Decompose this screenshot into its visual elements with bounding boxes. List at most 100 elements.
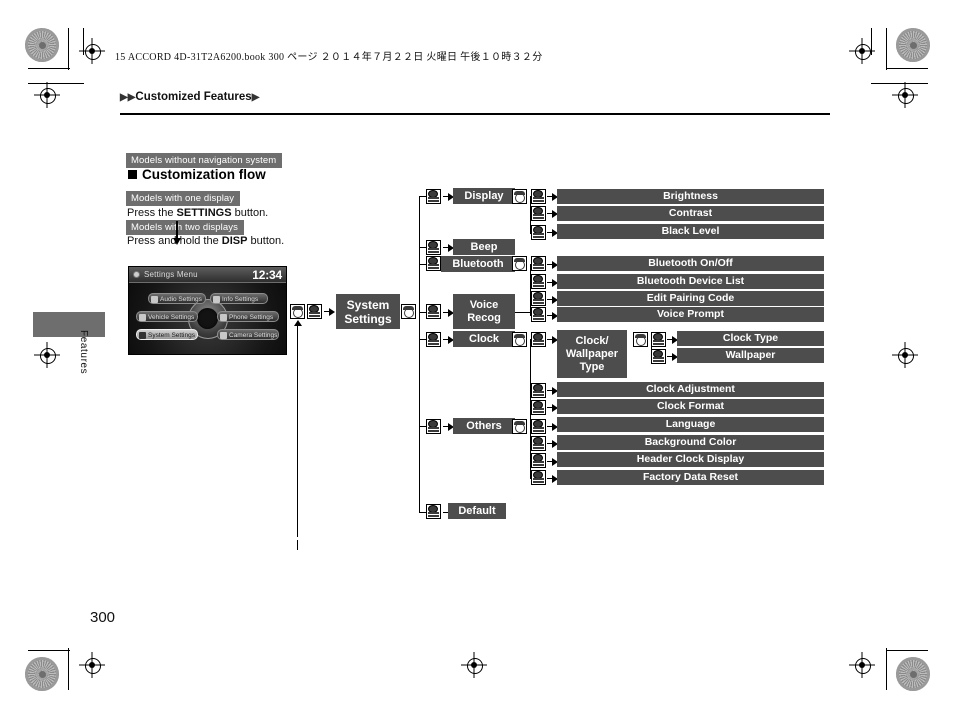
press-enter-icon-others [426,419,441,434]
flow-node-clock-wallpaper-line1: Clock/ [575,334,609,347]
trim-line-top-left-h2 [28,83,84,84]
press-enter-icon-default [426,504,441,519]
page-title: Customization flow [128,167,266,182]
flow-node-default: Default [448,503,506,519]
flow-leaf-bluetooth-onoff: Bluetooth On/Off [557,256,824,271]
flow-leaf-background-color: Background Color [557,435,824,450]
flow-leaf-factory-data-reset: Factory Data Reset [557,470,824,485]
book-source-line: 15 ACCORD 4D-31T2A6200.book 300 ページ ２０１４… [115,52,543,63]
press-enter-icon-voice-prompt [531,307,546,322]
flow-node-system-settings: System Settings [336,294,400,329]
flow-voice-recog-connector [515,312,531,314]
press-enter-icon-display [426,189,441,204]
device-title: Settings Menu [144,269,198,279]
flow-node-clock-wallpaper-line2: Wallpaper [565,347,619,360]
device-menu-item-system-settings[interactable]: System Settings [136,329,198,340]
flow-entry-arrow-up-icon [293,320,302,326]
color-registration-patch-bottom-right [896,657,930,691]
settings-menu-screenshot: Settings Menu 12:34 Audio Settings Info … [128,266,287,355]
instruction-two-bold: DISP [221,235,248,247]
flow-leaf-voice-prompt-label: Voice Prompt [657,308,724,320]
press-enter-icon-clock-adjustment [531,383,546,398]
rotate-dial-icon-others [512,419,527,434]
press-enter-icon-wallpaper [651,349,666,364]
flow-leaf-clock-type-label: Clock Type [722,332,779,344]
trim-line-top-left-v [68,28,69,70]
flow-leaf-voice-prompt: Voice Prompt [557,307,824,322]
rotate-dial-icon [290,304,305,319]
flow-leaf-edit-pairing-code-label: Edit Pairing Code [646,292,735,304]
color-registration-patch-top-right [896,28,930,62]
flow-node-clock: Clock [453,331,515,347]
color-registration-patch-bottom-left [25,657,59,691]
flow-node-others-label: Others [466,419,502,432]
flow-level1-spine [419,196,421,513]
device-menu-item-info-settings[interactable]: Info Settings [210,293,268,304]
press-enter-icon-beep [426,240,441,255]
device-menu-item-vehicle-settings[interactable]: Vehicle Settings [136,311,198,322]
instruction-one-bold: SETTINGS [176,207,232,219]
flow-node-bluetooth: Bluetooth [441,256,515,272]
bullet-square-icon [128,170,137,179]
flow-leaf-bluetooth-onoff-label: Bluetooth On/Off [648,257,733,269]
camera-settings-icon [220,331,227,339]
page-number: 300 [90,609,116,626]
flow-node-others: Others [453,418,515,434]
trim-line-top-left-v2 [83,28,84,55]
flow-arrow-to-system-settings [324,306,335,317]
device-menu-label: Info Settings [222,296,259,303]
crop-regmark-right-lower [888,338,922,372]
tag-models-one-display: Models with one display [126,191,241,206]
phone-settings-icon [220,313,227,321]
flow-node-beep-label: Beep [470,240,498,253]
info-settings-icon [213,295,220,303]
press-enter-icon-clock [426,332,441,347]
flow-node-beep: Beep [453,239,515,255]
press-enter-icon-edit-pairing-code [531,291,546,306]
instruction-one-post: button. [231,207,269,219]
instruction-one-display: Press the SETTINGS button. [127,207,268,219]
press-enter-icon-contrast [531,206,546,221]
press-enter-icon-bluetooth-device-list [531,274,546,289]
side-chapter-tab [33,312,105,337]
device-menu-item-camera-settings[interactable]: Camera Settings [217,329,279,340]
flow-leaf-clock-format-label: Clock Format [656,400,725,412]
page-title-label: Customization flow [142,167,266,182]
flow-node-bluetooth-label: Bluetooth [452,257,504,270]
trim-line-top-left-h [28,68,70,69]
press-enter-icon-bluetooth-onoff [531,256,546,271]
flow-leaf-bluetooth-device-list: Bluetooth Device List [557,274,824,289]
device-menu-item-phone-settings[interactable]: Phone Settings [217,311,279,322]
flow-leaf-header-clock-display-label: Header Clock Display [636,453,745,465]
flow-leaf-header-clock-display: Header Clock Display [557,452,824,467]
header-divider [120,113,830,115]
device-clock: 12:34 [252,267,282,282]
flow-leaf-clock-adjustment: Clock Adjustment [557,382,824,397]
down-arrow-icon [173,221,180,245]
crop-regmark-bottom-left [75,648,109,682]
flow-node-display-label: Display [464,189,504,202]
side-chapter-label: Features [78,330,89,375]
flow-entry-line-tail [297,540,299,550]
rotate-dial-icon-level1 [401,304,416,319]
tag-models-two-displays: Models with two displays [126,220,244,235]
rotate-dial-icon-display [512,189,527,204]
flow-node-display: Display [453,188,515,204]
crop-regmark-bottom-center [457,648,491,682]
crop-regmark-top-right [845,34,879,68]
flow-leaf-language: Language [557,417,824,432]
vehicle-settings-icon [139,313,146,321]
flow-leaf-contrast: Contrast [557,206,824,221]
device-menu-item-audio-settings[interactable]: Audio Settings [148,293,206,304]
instruction-one-pre: Press the [127,207,177,219]
press-enter-icon-clock-wallpaper-type [531,332,546,347]
flow-leaf-clock-type: Clock Type [677,331,824,346]
device-menu-label: Audio Settings [160,296,202,303]
device-menu-label: Vehicle Settings [148,314,195,321]
flow-leaf-language-label: Language [665,418,716,430]
trim-line-bottom-right-h [886,650,928,651]
press-enter-icon-brightness [531,189,546,204]
instruction-two-displays: Press and hold the DISP button. [127,235,284,247]
press-enter-icon-header-clock-display [531,453,546,468]
press-enter-icon-background-color [531,436,546,451]
